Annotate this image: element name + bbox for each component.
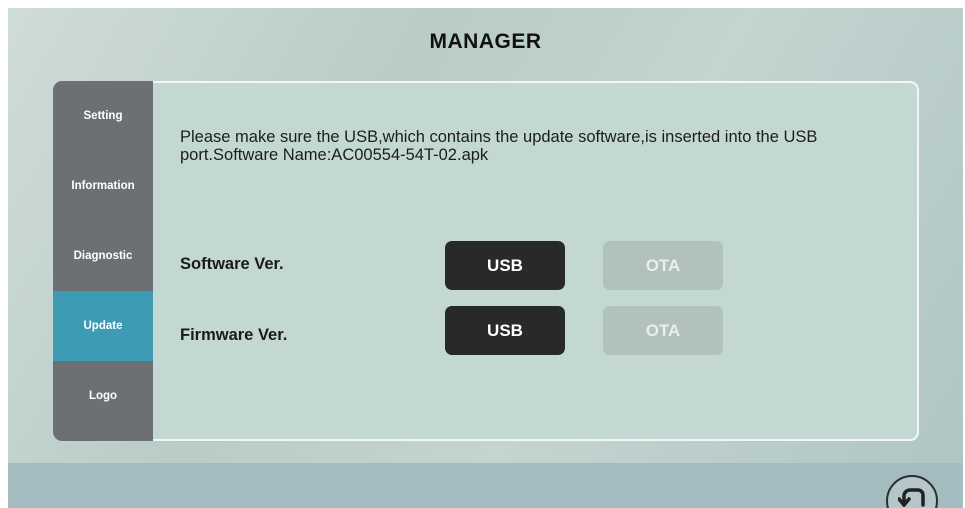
sidebar: Setting Information Diagnostic Update Lo… [53,81,153,441]
software-ota-button[interactable]: OTA [603,241,723,290]
page-title: MANAGER [429,30,542,53]
software-usb-button[interactable]: USB [445,241,565,290]
manager-panel: Setting Information Diagnostic Update Lo… [53,81,919,441]
screen: MANAGER Setting Information Diagnostic U… [8,8,963,508]
sidebar-item-information[interactable]: Information [53,151,153,221]
update-content: Please make sure the USB,which contains … [153,81,919,441]
sidebar-item-update[interactable]: Update [53,291,153,361]
update-notice: Please make sure the USB,which contains … [180,128,818,164]
firmware-version-label: Firmware Ver. [180,326,288,344]
firmware-usb-button[interactable]: USB [445,306,565,355]
back-arrow-icon [898,488,925,507]
firmware-ota-button[interactable]: OTA [603,306,723,355]
software-version-label: Software Ver. [180,255,284,273]
bottom-bar [8,463,963,508]
sidebar-item-setting[interactable]: Setting [53,81,153,151]
sidebar-item-logo[interactable]: Logo [53,361,153,431]
sidebar-item-diagnostic[interactable]: Diagnostic [53,221,153,291]
